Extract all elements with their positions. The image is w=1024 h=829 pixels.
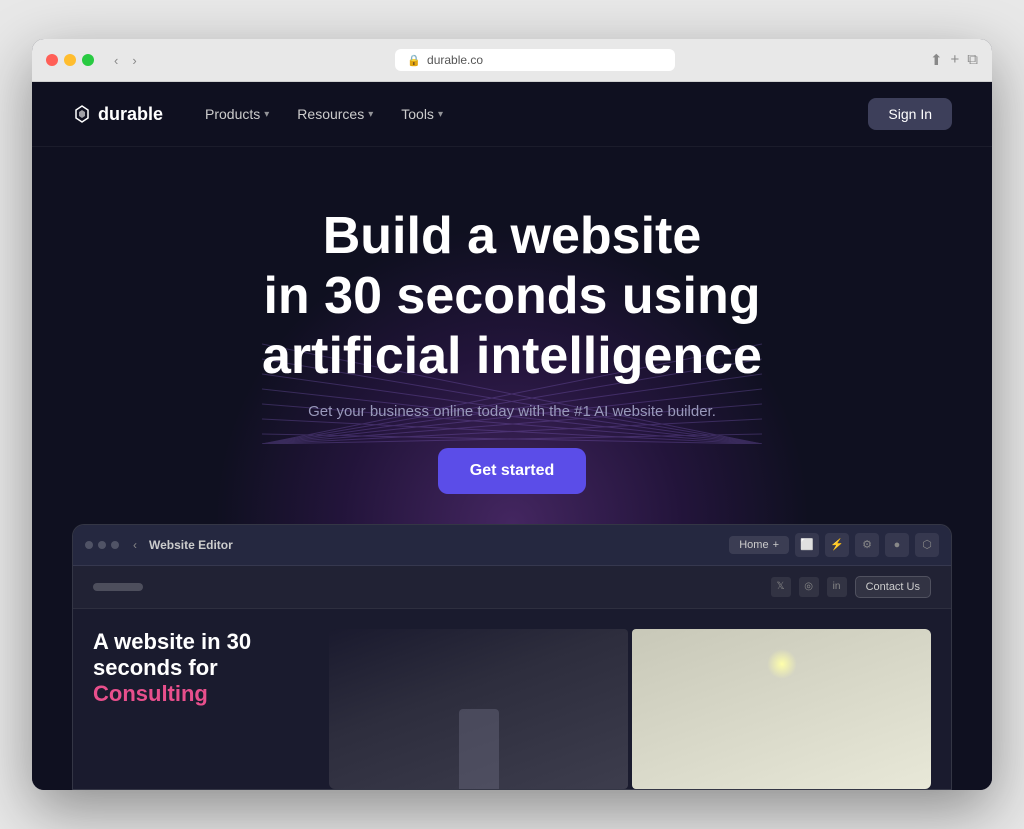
fullscreen-traffic-light[interactable]: [82, 54, 94, 66]
inner-website-nav: 𝕏 ◎ in Contact Us: [73, 566, 951, 609]
preview-chrome: ‹ Website Editor Home + ⬜ ⚡ ⚙ ● ⬡: [73, 525, 951, 566]
hero-title-line2: in 30 seconds using: [263, 267, 760, 325]
lock-icon: 🔒: [407, 54, 421, 67]
hero-title-line3: artificial intelligence: [262, 327, 762, 385]
preview-tl-2: [98, 541, 106, 549]
browser-chrome: ‹ › 🔒 durable.co ⬆ + ⧉: [32, 39, 992, 82]
forward-button[interactable]: ›: [128, 51, 140, 70]
inner-website: 𝕏 ◎ in Contact Us A website in 30 second…: [73, 566, 951, 789]
address-bar[interactable]: 🔒 durable.co: [395, 49, 675, 71]
nav-tools-label: Tools: [401, 106, 434, 122]
nav-links: Products ▾ Resources ▾ Tools ▾: [193, 100, 868, 128]
export-icon[interactable]: ⬡: [915, 533, 939, 557]
tools-chevron-icon: ▾: [438, 109, 443, 120]
inner-logo-placeholder: [93, 583, 143, 591]
preview-section: ‹ Website Editor Home + ⬜ ⚡ ⚙ ● ⬡: [32, 524, 992, 790]
address-bar-container: 🔒 durable.co: [151, 49, 920, 71]
browser-window: ‹ › 🔒 durable.co ⬆ + ⧉ durable: [32, 39, 992, 789]
nav-item-products[interactable]: Products ▾: [193, 100, 281, 128]
durable-logo-icon: [72, 104, 92, 124]
website-content: durable Products ▾ Resources ▾ Tools ▾ S…: [32, 82, 992, 789]
sign-in-button[interactable]: Sign In: [868, 98, 952, 130]
logo[interactable]: durable: [72, 104, 163, 125]
resources-chevron-icon: ▾: [368, 109, 373, 120]
close-traffic-light[interactable]: [46, 54, 58, 66]
traffic-lights: [46, 54, 94, 66]
preview-tl-1: [85, 541, 93, 549]
hero-section: Build a website in 30 seconds using arti…: [32, 147, 992, 523]
tabs-icon[interactable]: ⧉: [967, 51, 978, 69]
home-tab-label: Home: [739, 539, 768, 551]
hero-title-line1: Build a website: [323, 207, 702, 265]
preview-image-2: [632, 629, 931, 789]
preview-image-1: [329, 629, 628, 789]
preview-back-button[interactable]: ‹: [133, 538, 137, 552]
inner-title-line1: A website in 30: [93, 629, 251, 654]
hero-subtitle: Get your business online today with the …: [72, 403, 952, 420]
site-nav: durable Products ▾ Resources ▾ Tools ▾ S…: [32, 82, 992, 147]
preview-tl-3: [111, 541, 119, 549]
nav-products-label: Products: [205, 106, 260, 122]
nav-item-tools[interactable]: Tools ▾: [389, 100, 455, 128]
preview-traffic-lights: [85, 541, 119, 549]
share-icon[interactable]: ⬆: [930, 51, 943, 69]
nav-resources-label: Resources: [297, 106, 364, 122]
preview-home-tab[interactable]: Home +: [729, 536, 789, 554]
products-chevron-icon: ▾: [264, 109, 269, 120]
inner-hero-title: A website in 30 seconds for Consulting: [93, 629, 313, 708]
monitor-icon[interactable]: ⬜: [795, 533, 819, 557]
home-tab-plus: +: [773, 539, 779, 551]
new-tab-icon[interactable]: +: [951, 51, 960, 69]
minimize-traffic-light[interactable]: [64, 54, 76, 66]
twitter-icon[interactable]: 𝕏: [771, 577, 791, 597]
inner-title-accent: Consulting: [93, 681, 208, 706]
instagram-icon[interactable]: ◎: [799, 577, 819, 597]
preview-editor-label: Website Editor: [149, 538, 233, 552]
settings-icon[interactable]: ⚙: [855, 533, 879, 557]
inner-hero-images: [329, 629, 931, 789]
hero-title: Build a website in 30 seconds using arti…: [72, 207, 952, 386]
nav-item-resources[interactable]: Resources ▾: [285, 100, 385, 128]
inner-hero-text: A website in 30 seconds for Consulting: [93, 629, 313, 789]
preview-window: ‹ Website Editor Home + ⬜ ⚡ ⚙ ● ⬡: [72, 524, 952, 790]
preview-toolbar-right: Home + ⬜ ⚡ ⚙ ● ⬡: [729, 533, 939, 557]
preview-toolbar-icons: ⬜ ⚡ ⚙ ● ⬡: [795, 533, 939, 557]
inner-nav-right: 𝕏 ◎ in Contact Us: [771, 576, 931, 598]
user-icon[interactable]: ●: [885, 533, 909, 557]
url-text: durable.co: [427, 53, 483, 67]
linkedin-icon[interactable]: in: [827, 577, 847, 597]
inner-website-hero: A website in 30 seconds for Consulting: [73, 609, 951, 789]
browser-nav-controls: ‹ ›: [110, 51, 141, 70]
browser-actions: ⬆ + ⧉: [930, 51, 978, 69]
lightning-icon[interactable]: ⚡: [825, 533, 849, 557]
logo-text: durable: [98, 104, 163, 125]
contact-us-button[interactable]: Contact Us: [855, 576, 931, 598]
get-started-button[interactable]: Get started: [438, 448, 586, 494]
back-button[interactable]: ‹: [110, 51, 122, 70]
inner-title-line2: seconds for: [93, 655, 218, 680]
